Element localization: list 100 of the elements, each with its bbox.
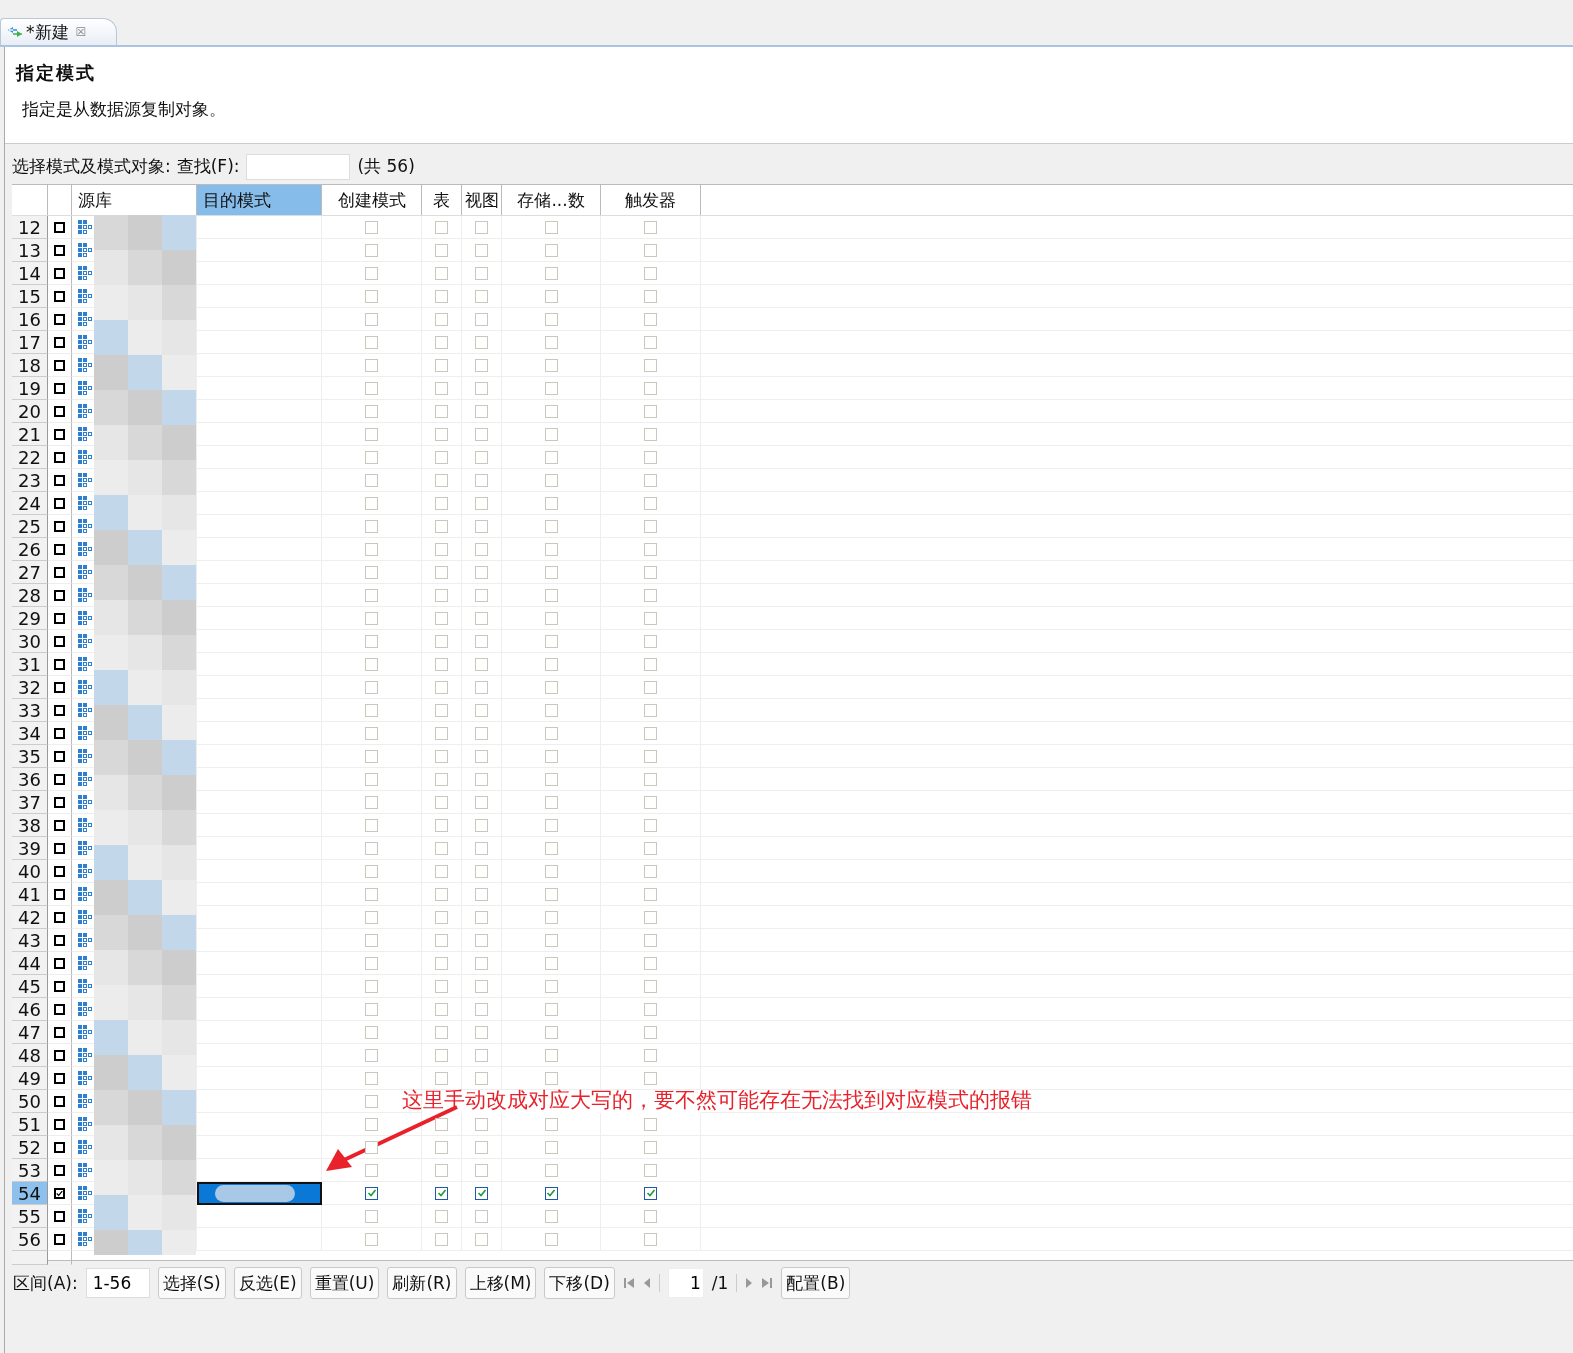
page-field[interactable]: 1: [667, 1268, 704, 1298]
schema-icon: [78, 312, 92, 326]
column-header[interactable]: 存储...数: [502, 185, 601, 215]
close-icon[interactable]: ☒: [75, 25, 87, 39]
row-checkbox[interactable]: [54, 704, 65, 716]
schema-icon: [78, 1025, 92, 1039]
row-checkbox[interactable]: [54, 635, 65, 647]
toolbar-button[interactable]: 刷新(R): [387, 1267, 457, 1299]
row-checkbox[interactable]: [54, 566, 65, 578]
object-count: (共 56): [357, 155, 415, 178]
column-header[interactable]: 目的模式: [197, 185, 322, 215]
schema-icon: [78, 795, 92, 809]
row-checkbox[interactable]: [54, 290, 65, 302]
row-number: 13: [12, 239, 48, 262]
row-number: 18: [12, 354, 48, 377]
row-checkbox[interactable]: [54, 1049, 65, 1061]
row-checkbox[interactable]: [54, 750, 65, 762]
column-header[interactable]: 视图: [462, 185, 502, 215]
option-checkbox[interactable]: [365, 1186, 378, 1200]
row-checkbox[interactable]: [54, 773, 65, 785]
row-checkbox[interactable]: [54, 934, 65, 946]
row-checkbox[interactable]: [54, 1026, 65, 1038]
row-checkbox[interactable]: [54, 589, 65, 601]
row-checkbox[interactable]: [54, 313, 65, 325]
editor-tab[interactable]: *新建 ☒: [0, 18, 118, 45]
row-checkbox[interactable]: [54, 819, 65, 831]
row-checkbox[interactable]: [54, 888, 65, 900]
first-page-icon[interactable]: [622, 1277, 635, 1289]
toolbar-button[interactable]: 重置(U): [309, 1267, 380, 1299]
row-number: 50: [12, 1090, 48, 1113]
schema-icon: [78, 1232, 92, 1246]
row-checkbox[interactable]: [54, 221, 65, 233]
row-checkbox[interactable]: [54, 1118, 65, 1130]
row-checkbox[interactable]: [54, 359, 65, 371]
row-checkbox[interactable]: [54, 267, 65, 279]
row-checkbox[interactable]: [54, 1210, 65, 1222]
row-number: 15: [12, 285, 48, 308]
row-checkbox[interactable]: [54, 1003, 65, 1015]
row-checkbox[interactable]: [54, 244, 65, 256]
option-checkbox[interactable]: [544, 1186, 558, 1200]
row-checkbox[interactable]: [54, 1233, 65, 1245]
row-checkbox[interactable]: [54, 1141, 65, 1153]
row-checkbox[interactable]: [54, 1072, 65, 1084]
row-checkbox[interactable]: [54, 842, 65, 854]
row-checkbox[interactable]: [54, 1187, 65, 1199]
row-checkbox[interactable]: [54, 681, 65, 693]
row-checkbox[interactable]: [54, 520, 65, 532]
row-checkbox[interactable]: [54, 911, 65, 923]
row-checkbox[interactable]: [54, 796, 65, 808]
column-header[interactable]: 触发器: [601, 185, 701, 215]
row-checkbox[interactable]: [54, 451, 65, 463]
toolbar-button[interactable]: 反选(E): [233, 1267, 302, 1299]
range-field[interactable]: 1-56: [85, 1268, 150, 1298]
row-checkbox[interactable]: [54, 428, 65, 440]
row-checkbox[interactable]: [54, 405, 65, 417]
row-checkbox[interactable]: [54, 1095, 65, 1107]
row-checkbox[interactable]: [54, 336, 65, 348]
row-checkbox[interactable]: [54, 382, 65, 394]
row-checkbox[interactable]: [54, 543, 65, 555]
row-number: 12: [12, 216, 48, 239]
schema-icon: [78, 680, 92, 694]
option-checkbox[interactable]: [644, 1186, 657, 1200]
toolbar-button[interactable]: 下移(D): [544, 1267, 615, 1299]
row-number: 29: [12, 607, 48, 630]
target-cell[interactable]: [197, 1182, 322, 1205]
previous-page-icon[interactable]: [642, 1277, 651, 1289]
row-number: 20: [12, 400, 48, 423]
toolbar-button[interactable]: 选择(S): [157, 1267, 226, 1299]
next-page-icon[interactable]: [745, 1277, 754, 1289]
row-number: 52: [12, 1136, 48, 1159]
column-header[interactable]: 创建模式: [322, 185, 422, 215]
row-checkbox[interactable]: [54, 612, 65, 624]
column-header[interactable]: 表: [422, 185, 462, 215]
option-checkbox[interactable]: [435, 1186, 448, 1200]
last-page-icon[interactable]: [761, 1277, 774, 1289]
schema-icon: [78, 910, 92, 924]
schema-icon: [78, 496, 92, 510]
schema-icon: [78, 841, 92, 855]
row-number: 55: [12, 1205, 48, 1228]
row-checkbox[interactable]: [54, 474, 65, 486]
row-checkbox[interactable]: [54, 957, 65, 969]
option-checkbox[interactable]: [475, 1186, 488, 1200]
row-checkbox[interactable]: [54, 497, 65, 509]
find-field[interactable]: [245, 153, 350, 180]
row-checkbox[interactable]: [54, 865, 65, 877]
toolbar-button[interactable]: 上移(M): [464, 1267, 537, 1299]
row-checkbox[interactable]: [54, 727, 65, 739]
row-number: 28: [12, 584, 48, 607]
row-number: 56: [12, 1228, 48, 1251]
row-number: 42: [12, 906, 48, 929]
schema-icon: [78, 542, 92, 556]
tab-title: *新建: [26, 20, 69, 44]
schema-icon: [78, 1094, 92, 1108]
row-checkbox[interactable]: [54, 980, 65, 992]
row-checkbox[interactable]: [54, 658, 65, 670]
row-number: 49: [12, 1067, 48, 1090]
schema-icon: [78, 1048, 92, 1062]
config-button[interactable]: 配置(B): [781, 1267, 851, 1299]
schema-icon: [78, 450, 92, 464]
row-checkbox[interactable]: [54, 1164, 65, 1176]
